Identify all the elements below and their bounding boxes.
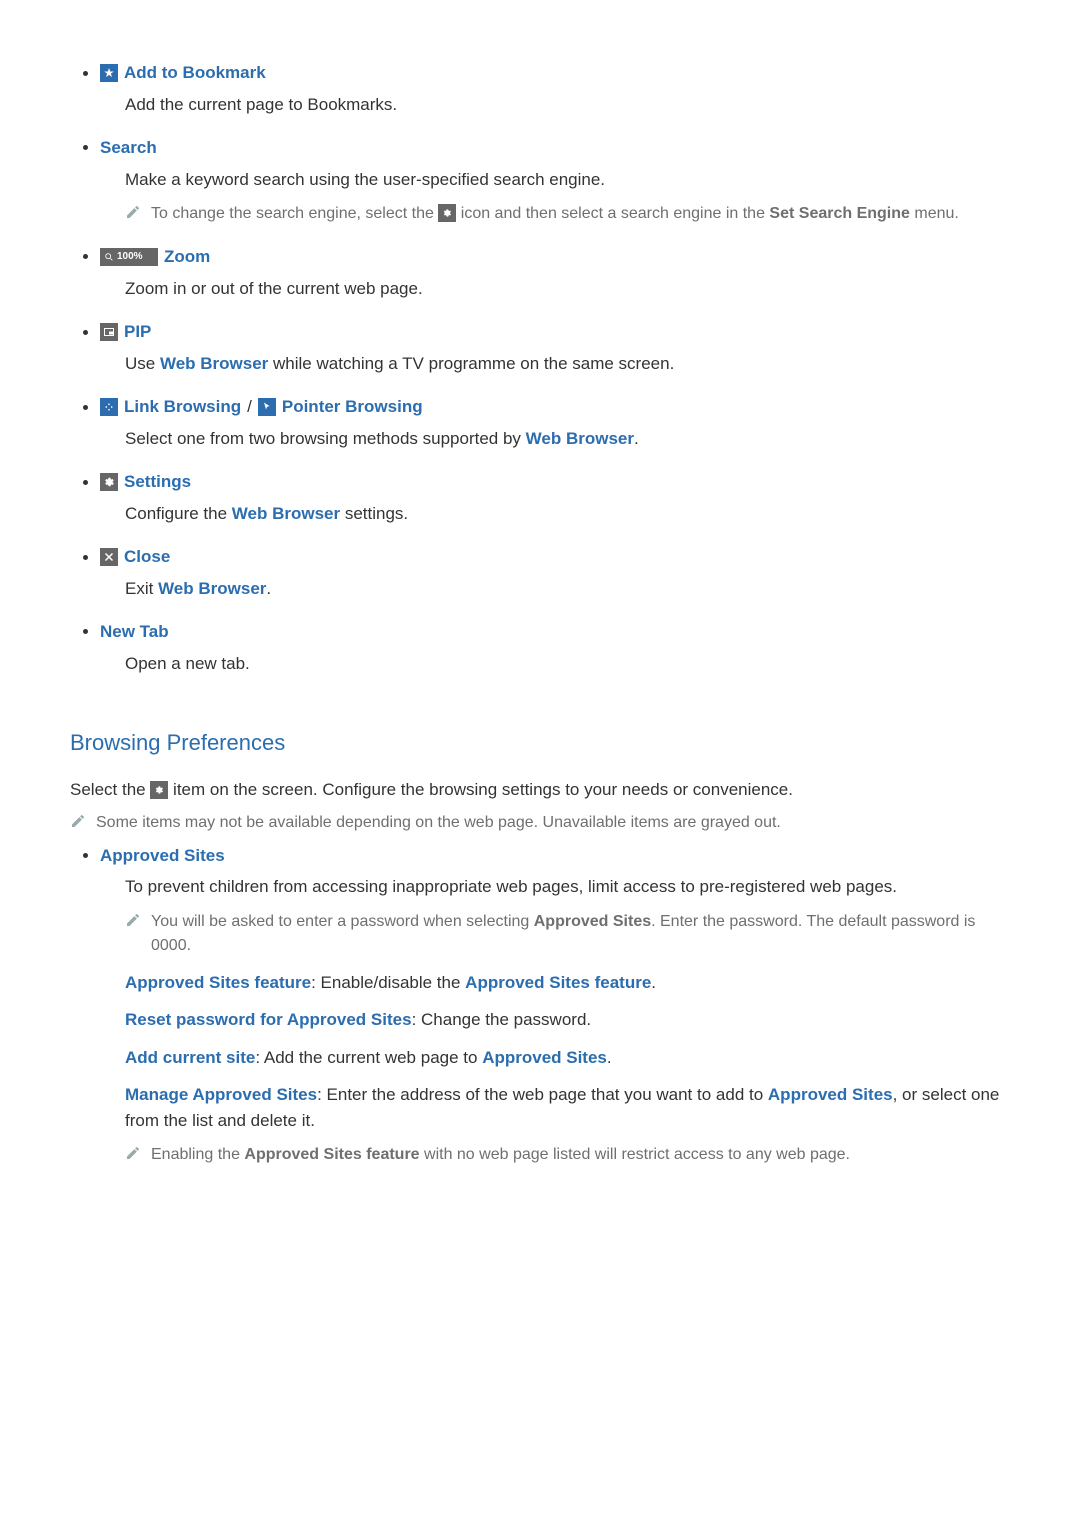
feature-list: Add to Bookmark Add the current page to … <box>70 60 1010 676</box>
settings-gear-icon <box>150 781 168 799</box>
section-intro: Select the item on the screen. Configure… <box>70 777 1010 803</box>
item-title: PIP <box>124 319 151 345</box>
zoom-value: 100% <box>117 248 143 266</box>
list-item: Add to Bookmark Add the current page to … <box>100 60 1010 117</box>
item-title-2: Pointer Browsing <box>282 394 423 420</box>
item-title: Approved Sites <box>100 843 225 869</box>
sub-item: Add current site: Add the current web pa… <box>125 1045 1010 1071</box>
link-browsing-icon <box>100 398 118 416</box>
list-item: Link Browsing / Pointer Browsing Select … <box>100 394 1010 451</box>
sub-item: Approved Sites feature: Enable/disable t… <box>125 970 1010 996</box>
preferences-list: Approved Sites To prevent children from … <box>70 843 1010 1168</box>
section-note: Some items may not be available dependin… <box>70 811 1010 835</box>
settings-gear-icon <box>100 473 118 491</box>
zoom-badge-icon: 100% <box>100 248 158 266</box>
list-item: New Tab Open a new tab. <box>100 619 1010 676</box>
pen-icon <box>125 1145 141 1161</box>
sub-item: Reset password for Approved Sites: Chang… <box>125 1007 1010 1033</box>
note-text: Enabling the Approved Sites feature with… <box>151 1143 1010 1167</box>
item-title: Add to Bookmark <box>124 60 266 86</box>
bookmark-star-icon <box>100 64 118 82</box>
note-text: Some items may not be available dependin… <box>96 811 1010 835</box>
item-header: Settings <box>100 469 1010 495</box>
item-title: Close <box>124 544 170 570</box>
item-description: Exit Web Browser. <box>125 576 1010 602</box>
list-item: Close Exit Web Browser. <box>100 544 1010 601</box>
item-header: Approved Sites <box>100 843 1010 869</box>
list-item: 100% Zoom Zoom in or out of the current … <box>100 244 1010 301</box>
item-header: 100% Zoom <box>100 244 1010 270</box>
item-description: Open a new tab. <box>125 651 1010 677</box>
item-header: Add to Bookmark <box>100 60 1010 86</box>
pen-icon <box>125 204 141 220</box>
item-header: PIP <box>100 319 1010 345</box>
pen-icon <box>125 912 141 928</box>
sub-item: Manage Approved Sites: Enter the address… <box>125 1082 1010 1133</box>
item-note: To change the search engine, select the … <box>125 202 1010 226</box>
item-description: To prevent children from accessing inapp… <box>125 874 1010 900</box>
list-item: Settings Configure the Web Browser setti… <box>100 469 1010 526</box>
pen-icon <box>70 813 86 829</box>
item-note: Enabling the Approved Sites feature with… <box>125 1143 1010 1167</box>
item-title: Search <box>100 135 157 161</box>
item-description: Zoom in or out of the current web page. <box>125 276 1010 302</box>
section-heading: Browsing Preferences <box>70 726 1010 759</box>
item-description: Use Web Browser while watching a TV prog… <box>125 351 1010 377</box>
item-note: You will be asked to enter a password wh… <box>125 910 1010 958</box>
item-description: Select one from two browsing methods sup… <box>125 426 1010 452</box>
pointer-browsing-icon <box>258 398 276 416</box>
list-item: Search Make a keyword search using the u… <box>100 135 1010 226</box>
separator: / <box>247 394 252 420</box>
item-title-1: Link Browsing <box>124 394 241 420</box>
item-title: New Tab <box>100 619 169 645</box>
item-header: New Tab <box>100 619 1010 645</box>
note-text: You will be asked to enter a password wh… <box>151 910 1010 958</box>
settings-gear-icon <box>438 204 456 222</box>
item-header: Link Browsing / Pointer Browsing <box>100 394 1010 420</box>
pip-icon <box>100 323 118 341</box>
list-item: Approved Sites To prevent children from … <box>100 843 1010 1168</box>
item-description: Configure the Web Browser settings. <box>125 501 1010 527</box>
list-item: PIP Use Web Browser while watching a TV … <box>100 319 1010 376</box>
item-description: Add the current page to Bookmarks. <box>125 92 1010 118</box>
item-title: Settings <box>124 469 191 495</box>
item-header: Search <box>100 135 1010 161</box>
item-title: Zoom <box>164 244 210 270</box>
close-x-icon <box>100 548 118 566</box>
item-description: Make a keyword search using the user-spe… <box>125 167 1010 193</box>
note-text: To change the search engine, select the … <box>151 202 1010 226</box>
item-header: Close <box>100 544 1010 570</box>
